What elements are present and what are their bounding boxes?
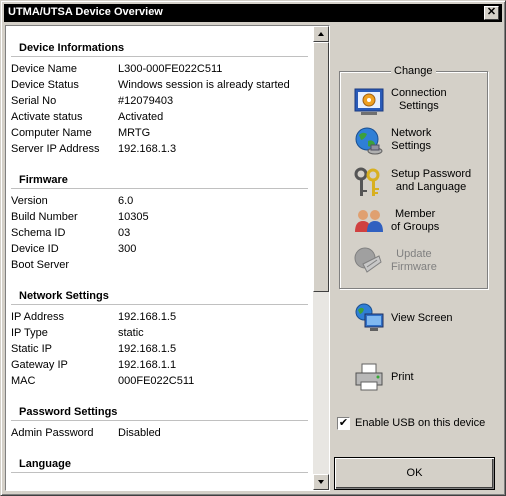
label-computer-name: Computer Name: [11, 127, 92, 139]
value-version: 6.0: [118, 195, 134, 207]
title-bar[interactable]: UTMA/UTSA Device Overview ✕: [4, 4, 502, 22]
label-admin-password: Admin Password: [11, 427, 94, 439]
label-build-number: Build Number: [11, 211, 78, 223]
value-schema-id: 03: [118, 227, 131, 239]
value-mac: 000FE022C511: [118, 375, 195, 387]
label-boot-server: Boot Server: [11, 259, 70, 271]
firmware-label-line1: Update: [396, 248, 432, 260]
member-of-groups-label: Member of Groups: [391, 208, 439, 234]
label-version: Version: [11, 195, 48, 207]
arrow-down-icon: [318, 480, 324, 484]
label-server-ip: Server IP Address: [11, 143, 100, 155]
view-screen-label: View Screen: [391, 312, 453, 324]
section-divider: [11, 56, 308, 57]
label-device-name: Device Name: [11, 63, 78, 75]
network-label-line2: Settings: [391, 140, 432, 152]
chip-icon: [354, 247, 382, 273]
label-mac: MAC: [11, 375, 36, 387]
print-button[interactable]: Print: [353, 361, 483, 395]
label-ip-type: IP Type: [11, 327, 48, 339]
label-serial-no: Serial No: [11, 95, 57, 107]
window-title: UTMA/UTSA Device Overview: [8, 6, 163, 18]
value-device-id: 300: [118, 243, 137, 255]
scroll-thumb[interactable]: [313, 42, 329, 292]
password-label-line1: Setup Password: [391, 168, 472, 180]
setup-password-button[interactable]: Setup Password and Language: [353, 166, 483, 200]
label-activate-status: Activate status: [11, 111, 83, 123]
connection-label-line2: Settings: [398, 100, 439, 112]
label-gateway-ip: Gateway IP: [11, 359, 68, 371]
device-info-content: Device Informations Device Name L300-000…: [6, 26, 313, 490]
section-divider: [11, 304, 308, 305]
section-divider: [11, 188, 308, 189]
printer-icon: [355, 363, 383, 391]
value-serial-no: #12079403: [118, 95, 174, 107]
value-build-number: 10305: [118, 211, 149, 223]
label-static-ip: Static IP: [11, 343, 52, 355]
section-title-device: Device Informations: [19, 42, 125, 54]
users-group-icon: [355, 210, 383, 232]
connection-settings-icon: [354, 88, 384, 115]
section-divider: [11, 472, 308, 473]
print-label: Print: [391, 371, 414, 383]
groups-label-line1: Member: [394, 208, 436, 220]
scroll-up-button[interactable]: [313, 26, 329, 42]
value-device-name: L300-000FE022C511: [118, 63, 223, 75]
label-device-status: Device Status: [11, 79, 79, 91]
scroll-down-button[interactable]: [313, 474, 329, 490]
section-title-firmware: Firmware: [19, 174, 68, 186]
connection-label-line1: Connection: [391, 87, 447, 99]
label-schema-id: Schema ID: [11, 227, 66, 239]
section-title-password: Password Settings: [19, 406, 118, 418]
password-label-line2: and Language: [395, 181, 467, 193]
network-settings-button[interactable]: Network Settings: [353, 125, 483, 159]
arrow-up-icon: [318, 32, 324, 36]
section-title-network: Network Settings: [19, 290, 109, 302]
label-device-id: Device ID: [11, 243, 59, 255]
value-admin-password: Disabled: [118, 427, 161, 439]
value-ip-address: 192.168.1.5: [118, 311, 177, 323]
monitor-globe-icon: [355, 303, 384, 331]
label-ip-address: IP Address: [11, 311, 64, 323]
update-firmware-button[interactable]: Update Firmware: [353, 246, 483, 280]
setup-password-label: Setup Password and Language: [391, 168, 471, 194]
update-firmware-label: Update Firmware: [391, 248, 437, 274]
value-server-ip: 192.168.1.3: [118, 143, 177, 155]
value-ip-type: static: [118, 327, 144, 339]
groups-label-line2: of Groups: [391, 221, 440, 233]
value-activate-status: Activated: [118, 111, 164, 123]
connection-settings-label: Connection Settings: [391, 87, 447, 113]
enable-usb-checkbox[interactable]: ✔: [337, 417, 350, 430]
device-info-panel[interactable]: Device Informations Device Name L300-000…: [5, 25, 330, 491]
member-of-groups-button[interactable]: Member of Groups: [353, 206, 483, 240]
firmware-label-line2: Firmware: [391, 261, 437, 273]
keys-icon: [354, 167, 380, 196]
section-title-language: Language: [19, 458, 71, 470]
change-group-caption: Change: [391, 65, 436, 77]
value-gateway-ip: 192.168.1.1: [118, 359, 177, 371]
enable-usb-label[interactable]: Enable USB on this device: [355, 417, 485, 429]
view-screen-button[interactable]: View Screen: [353, 302, 483, 336]
value-device-status: Windows session is already started: [118, 79, 290, 91]
network-label-line1: Network: [391, 127, 432, 139]
section-divider: [11, 420, 308, 421]
connection-settings-button[interactable]: Connection Settings: [353, 85, 483, 119]
close-button[interactable]: ✕: [484, 6, 499, 20]
value-static-ip: 192.168.1.5: [118, 343, 177, 355]
value-computer-name: MRTG: [118, 127, 151, 139]
network-settings-label: Network Settings: [391, 127, 431, 153]
device-overview-window: UTMA/UTSA Device Overview ✕ Device Infor…: [0, 0, 506, 496]
vertical-scrollbar[interactable]: [313, 26, 329, 490]
globe-network-icon: [355, 127, 383, 155]
ok-button[interactable]: OK: [334, 457, 495, 490]
